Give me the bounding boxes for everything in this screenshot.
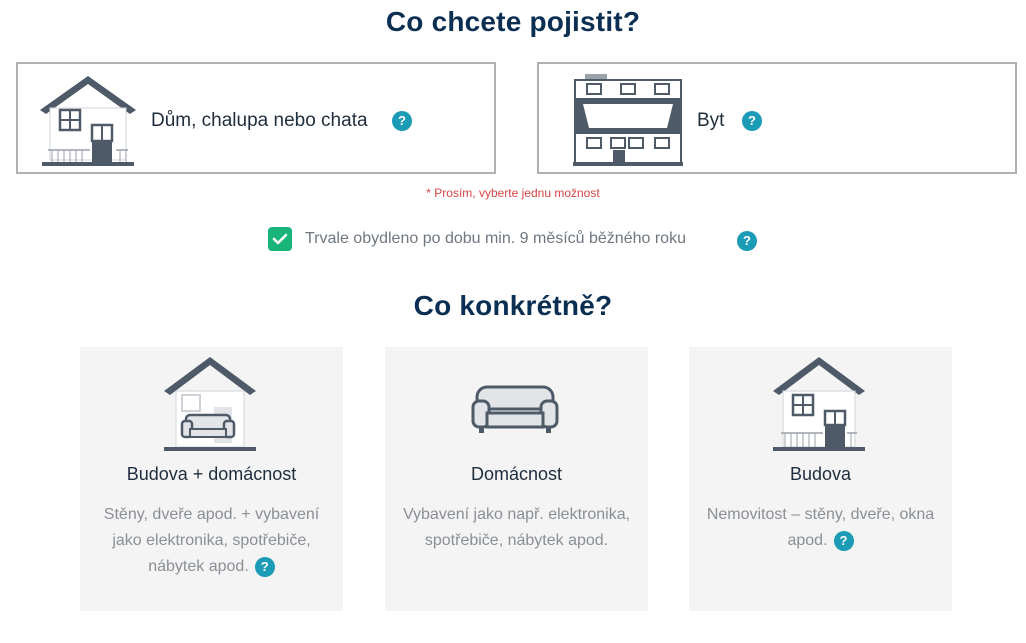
card-household[interactable]: Domácnost Vybavení jako např. elektronik… bbox=[385, 347, 648, 611]
house-icon bbox=[773, 357, 865, 451]
house-icon bbox=[40, 76, 136, 166]
card-description: Nemovitost – stěny, dveře, okna apod.? bbox=[699, 502, 942, 554]
option-house-label: Dům, chalupa nebo chata bbox=[151, 110, 368, 131]
section-title: Co konkrétně? bbox=[413, 290, 613, 321]
card-description-text: Stěny, dveře apod. + vybavení jako elekt… bbox=[103, 506, 320, 575]
card-building[interactable]: Budova Nemovitost – stěny, dveře, okna a… bbox=[689, 347, 952, 611]
sofa-icon bbox=[471, 385, 559, 433]
help-icon[interactable]: ? bbox=[742, 111, 762, 131]
help-icon[interactable]: ? bbox=[833, 530, 854, 551]
card-description: Stěny, dveře apod. + vybavení jako elekt… bbox=[90, 502, 333, 580]
apartment-building-icon bbox=[573, 74, 683, 166]
help-icon[interactable]: ? bbox=[737, 231, 757, 251]
card-description-text: Nemovitost – stěny, dveře, okna apod. bbox=[706, 506, 935, 549]
option-flat[interactable]: Byt ? bbox=[537, 62, 1017, 174]
card-title: Budova + domácnost bbox=[126, 464, 297, 484]
permanently-inhabited-label[interactable]: Trvale obydleno po dobu min. 9 měsíců bě… bbox=[305, 230, 686, 248]
card-building-and-household[interactable]: Budova + domácnost Stěny, dveře apod. + … bbox=[80, 347, 343, 611]
card-title: Domácnost bbox=[470, 464, 563, 484]
checkmark-icon bbox=[272, 233, 288, 245]
card-title: Budova bbox=[789, 464, 852, 484]
permanently-inhabited-checkbox[interactable] bbox=[268, 227, 292, 251]
permanently-inhabited-row: Trvale obydleno po dobu min. 9 měsíců bě… bbox=[0, 227, 1026, 253]
option-house[interactable]: Dům, chalupa nebo chata ? bbox=[16, 62, 496, 174]
help-icon[interactable]: ? bbox=[254, 556, 275, 577]
house-with-sofa-icon bbox=[164, 357, 256, 451]
validation-message: * Prosím, vyberte jednu možnost bbox=[426, 186, 600, 200]
page-title: Co chcete pojistit? bbox=[385, 6, 641, 37]
help-icon[interactable]: ? bbox=[392, 111, 412, 131]
option-flat-label: Byt bbox=[697, 110, 725, 131]
card-description: Vybavení jako např. elektronika, spotřeb… bbox=[402, 506, 631, 549]
